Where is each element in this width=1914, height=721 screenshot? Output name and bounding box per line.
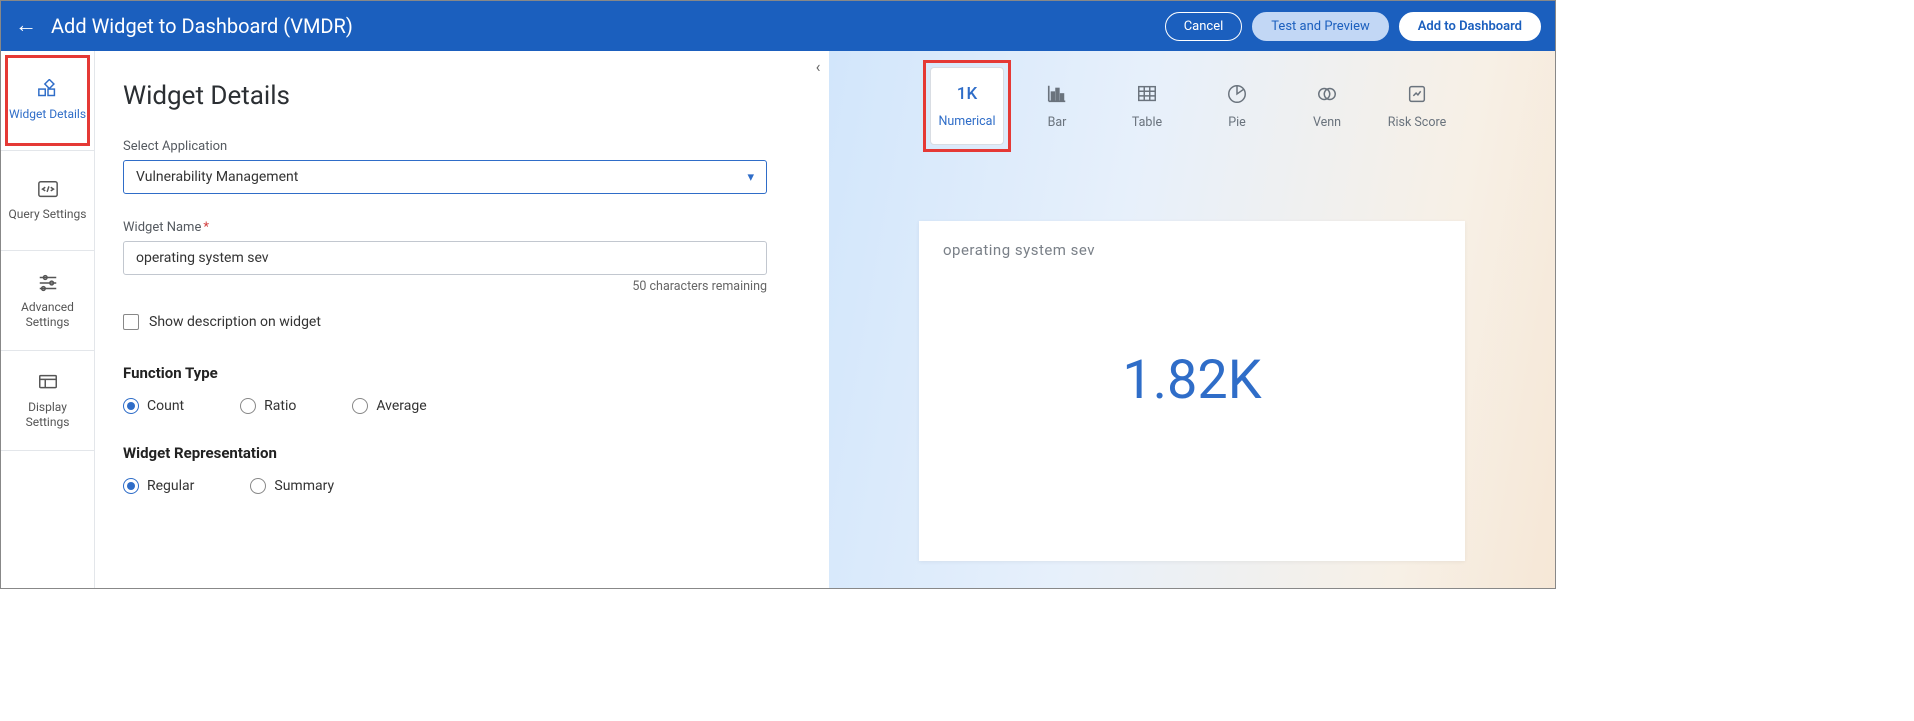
radio-icon: [240, 398, 256, 414]
type-risk-score[interactable]: Risk Score: [1380, 67, 1454, 145]
widget-details-icon: [36, 79, 60, 101]
sidebar-item-advanced-settings[interactable]: Advanced Settings: [1, 251, 94, 351]
add-to-dashboard-button[interactable]: Add to Dashboard: [1399, 12, 1541, 41]
sidebar-item-label: Widget Details: [5, 107, 90, 121]
preview-pane: 1K Numerical Bar Table: [829, 51, 1555, 588]
widget-name-helper: 50 characters remaining: [123, 279, 767, 294]
radio-icon: [123, 478, 139, 494]
preview-card: operating system sev 1.82K: [919, 221, 1465, 561]
type-label: Numerical: [938, 114, 995, 129]
numerical-icon: 1K: [957, 84, 977, 104]
radio-count[interactable]: Count: [123, 398, 184, 414]
widget-representation-label: Widget Representation: [123, 444, 767, 462]
risk-score-icon: [1404, 83, 1430, 105]
radio-label: Summary: [274, 478, 334, 494]
radio-regular[interactable]: Regular: [123, 478, 194, 494]
type-table[interactable]: Table: [1110, 67, 1184, 145]
table-icon: [1134, 83, 1160, 105]
sidebar-item-label: Query Settings: [5, 207, 91, 221]
function-type-group: Count Ratio Average: [123, 398, 767, 414]
back-arrow-icon[interactable]: ←: [15, 15, 37, 37]
header-bar: ← Add Widget to Dashboard (VMDR) Cancel …: [1, 1, 1555, 51]
chevron-down-icon: ▾: [747, 170, 754, 185]
radio-label: Average: [376, 398, 426, 414]
radio-label: Count: [147, 398, 184, 414]
show-description-checkbox[interactable]: Show description on widget: [123, 314, 767, 330]
display-icon: [36, 372, 60, 394]
sidebar-item-label: Advanced Settings: [1, 300, 94, 329]
select-application-value: Vulnerability Management: [136, 169, 298, 185]
radio-label: Regular: [147, 478, 194, 494]
form-heading: Widget Details: [123, 81, 767, 111]
sidebar-item-label: Display Settings: [1, 400, 94, 429]
sliders-icon: [36, 272, 60, 294]
settings-sidebar: Widget Details Query Settings Advanced S…: [1, 51, 95, 588]
widget-representation-group: Regular Summary: [123, 478, 767, 494]
checkbox-icon: [123, 314, 139, 330]
type-venn[interactable]: Venn: [1290, 67, 1364, 145]
collapse-handle[interactable]: ‹: [807, 51, 829, 588]
widget-details-form: Widget Details Select Application Vulner…: [95, 51, 807, 588]
type-label: Pie: [1228, 115, 1246, 130]
type-label: Table: [1132, 115, 1162, 130]
preview-card-title: operating system sev: [943, 241, 1441, 259]
radio-icon: [250, 478, 266, 494]
pie-chart-icon: [1224, 83, 1250, 105]
bar-chart-icon: [1044, 83, 1070, 105]
type-bar[interactable]: Bar: [1020, 67, 1094, 145]
select-application-label: Select Application: [123, 139, 767, 154]
radio-ratio[interactable]: Ratio: [240, 398, 296, 414]
code-icon: [36, 179, 60, 201]
widget-name-input[interactable]: [123, 241, 767, 275]
app-frame: ← Add Widget to Dashboard (VMDR) Cancel …: [0, 0, 1556, 589]
body: Widget Details Query Settings Advanced S…: [1, 51, 1555, 588]
function-type-label: Function Type: [123, 364, 767, 382]
widget-type-selector: 1K Numerical Bar Table: [829, 51, 1555, 145]
page-title: Add Widget to Dashboard (VMDR): [51, 14, 1155, 38]
required-indicator: *: [203, 220, 209, 235]
radio-label: Ratio: [264, 398, 296, 414]
sidebar-item-widget-details[interactable]: Widget Details: [1, 51, 94, 151]
type-label: Risk Score: [1388, 115, 1446, 130]
preview-card-value: 1.82K: [943, 349, 1441, 412]
radio-average[interactable]: Average: [352, 398, 426, 414]
widget-name-label: Widget Name*: [123, 220, 767, 235]
radio-summary[interactable]: Summary: [250, 478, 334, 494]
type-label: Bar: [1048, 115, 1067, 130]
sidebar-item-display-settings[interactable]: Display Settings: [1, 351, 94, 451]
type-label: Venn: [1313, 115, 1341, 130]
select-application-dropdown[interactable]: Vulnerability Management ▾: [123, 160, 767, 194]
type-numerical[interactable]: 1K Numerical: [930, 67, 1004, 145]
cancel-button[interactable]: Cancel: [1165, 12, 1243, 41]
type-pie[interactable]: Pie: [1200, 67, 1274, 145]
venn-icon: [1314, 83, 1340, 105]
sidebar-item-query-settings[interactable]: Query Settings: [1, 151, 94, 251]
radio-icon: [123, 398, 139, 414]
show-description-label: Show description on widget: [149, 314, 321, 330]
test-preview-button[interactable]: Test and Preview: [1252, 12, 1388, 41]
radio-icon: [352, 398, 368, 414]
